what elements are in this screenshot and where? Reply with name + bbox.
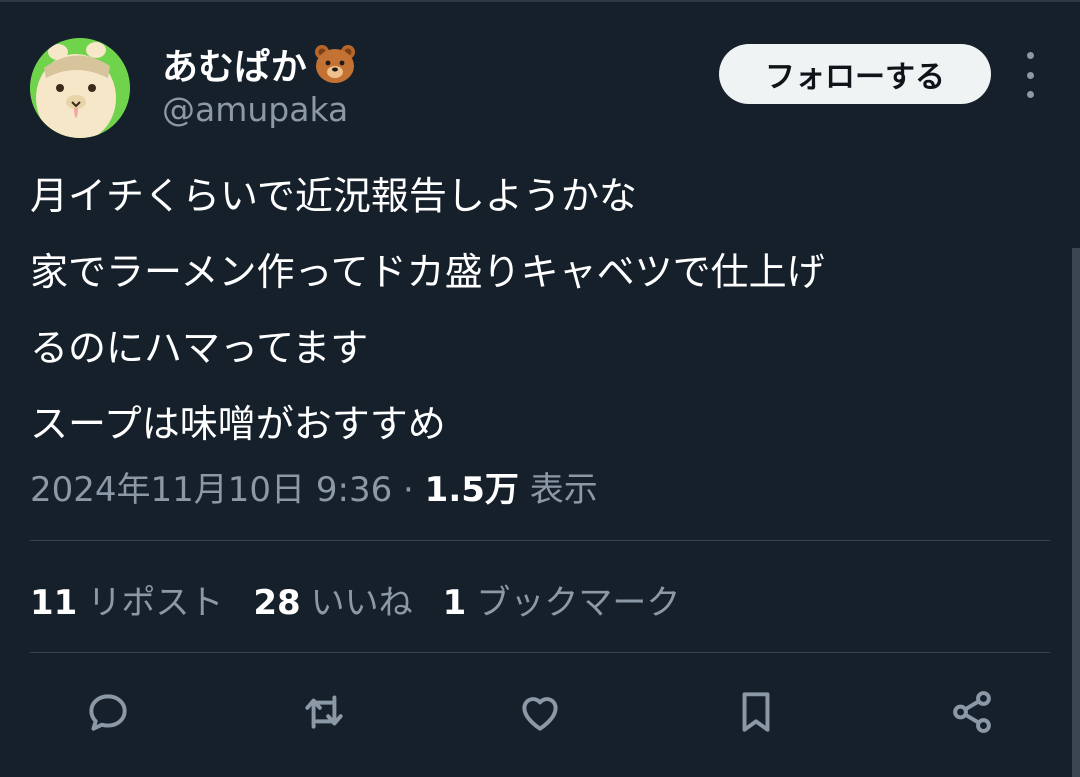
more-dot [1026, 91, 1034, 98]
bookmark-label: ブックマーク [476, 583, 681, 623]
repost-count: 11 [30, 583, 78, 623]
reply-button[interactable] [78, 680, 138, 744]
avatar[interactable] [30, 38, 130, 138]
repost-stat[interactable]: 11 リポスト [30, 575, 223, 624]
retweet-button[interactable] [294, 680, 354, 744]
top-divider [0, 0, 1080, 2]
tweet-line: 月イチくらいで近況報告しようかな [30, 174, 637, 218]
bookmark-stat[interactable]: 1 ブックマーク [443, 575, 681, 624]
action-bar [0, 680, 1080, 744]
share-button[interactable] [942, 680, 1002, 744]
bookmark-button[interactable] [726, 680, 786, 744]
meta-separator: · [403, 470, 414, 510]
retweet-icon [305, 695, 343, 729]
bookmark-count: 1 [442, 583, 467, 623]
bear-face-icon [314, 45, 355, 83]
more-dot [1026, 71, 1034, 79]
timestamp[interactable]: 2024年11月10日 9:36 [30, 470, 392, 510]
views-label: 表示 [529, 470, 598, 510]
display-name-text: あむぱか [162, 47, 307, 88]
divider [30, 540, 1050, 541]
tweet-line: るのにハマってます [30, 326, 369, 370]
bookmark-icon [742, 692, 770, 732]
tweet-text: 月イチくらいで近況報告しようかな 家でラーメン作ってドカ盛りキャベツで仕上げ る… [30, 158, 1050, 462]
like-label: いいね [310, 583, 413, 623]
engagement-stats: 11 リポスト 28 いいね 1 ブックマーク [30, 575, 680, 624]
more-options-icon[interactable] [1017, 52, 1043, 98]
reply-icon [89, 694, 127, 731]
like-stat[interactable]: 28 いいね [253, 575, 412, 624]
scrollbar[interactable] [1072, 248, 1080, 777]
views-count: 1.5万 [424, 470, 519, 510]
tweet-line: 家でラーメン作ってドカ盛りキャベツで仕上げ [30, 250, 825, 294]
user-handle[interactable]: @amupaka [162, 90, 348, 129]
tweet-meta: 2024年11月10日 9:36 · 1.5万 表示 [30, 462, 598, 511]
like-button[interactable] [510, 680, 570, 744]
divider [30, 652, 1050, 653]
follow-button[interactable]: フォローする [719, 44, 991, 104]
tweet-line: スープは味噌がおすすめ [30, 402, 446, 446]
tweet-header: あむぱか @amupaka フォローする [30, 30, 1050, 140]
like-count: 28 [253, 583, 301, 623]
repost-label: リポスト [87, 583, 224, 623]
share-icon [953, 691, 991, 733]
display-name[interactable]: あむぱか [162, 38, 357, 90]
avatar-alpaca-icon [30, 38, 130, 138]
more-dot [1026, 52, 1034, 59]
like-icon [522, 697, 558, 731]
